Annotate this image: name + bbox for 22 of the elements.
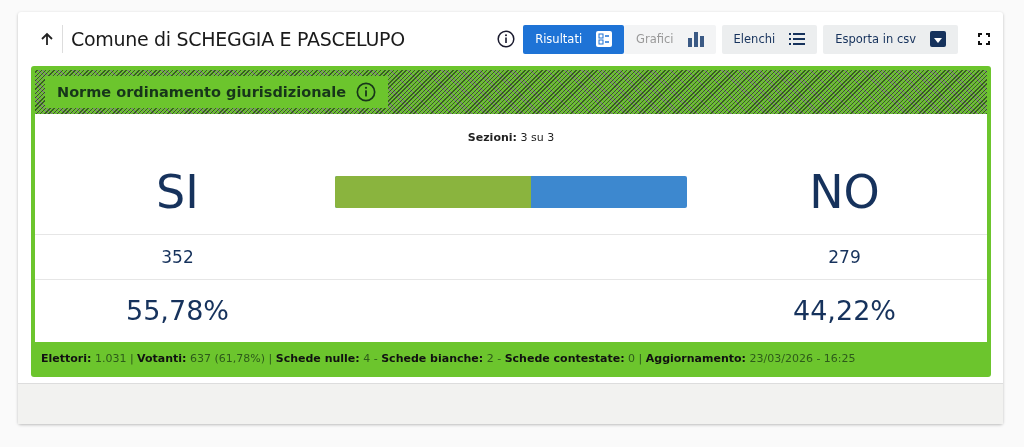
no-percent: 44,22% [702, 279, 987, 340]
yes-votes: 352 [35, 234, 320, 279]
sections-count: Sezioni: 3 su 3 [466, 130, 556, 146]
stats-line: Elettori: 1.031 | Votanti: 637 (61,78%) | Schede nulle: 4 - Schede bianche: 2 - Schede contestate: 0 | Aggiornamento: 23/03/2026 - 16:25 [40, 351, 857, 367]
up-arrow-icon [40, 32, 54, 46]
back-button[interactable] [40, 25, 63, 53]
question-label: Norme ordinamento giurisdizionale [45, 76, 389, 108]
no-label: NO [808, 164, 881, 221]
view-tab[interactable]: Elenchi [721, 24, 818, 54]
info-icon[interactable] [356, 82, 377, 102]
view-tab[interactable]: Risultati [523, 24, 625, 54]
yes-percent: 55,78% [35, 279, 320, 340]
bar-chart-icon [687, 31, 704, 47]
fullscreen-icon[interactable] [978, 33, 990, 45]
list-icon [789, 33, 806, 45]
yes-label: SI [155, 164, 200, 221]
list-card-icon [596, 31, 613, 47]
info-icon[interactable] [497, 30, 516, 48]
view-tab[interactable]: Esporta in csv [823, 24, 958, 54]
page-title: Comune di SCHEGGIA E PASCELUPO [71, 28, 406, 50]
no-votes: 279 [702, 234, 987, 279]
download-box-icon [930, 31, 946, 47]
